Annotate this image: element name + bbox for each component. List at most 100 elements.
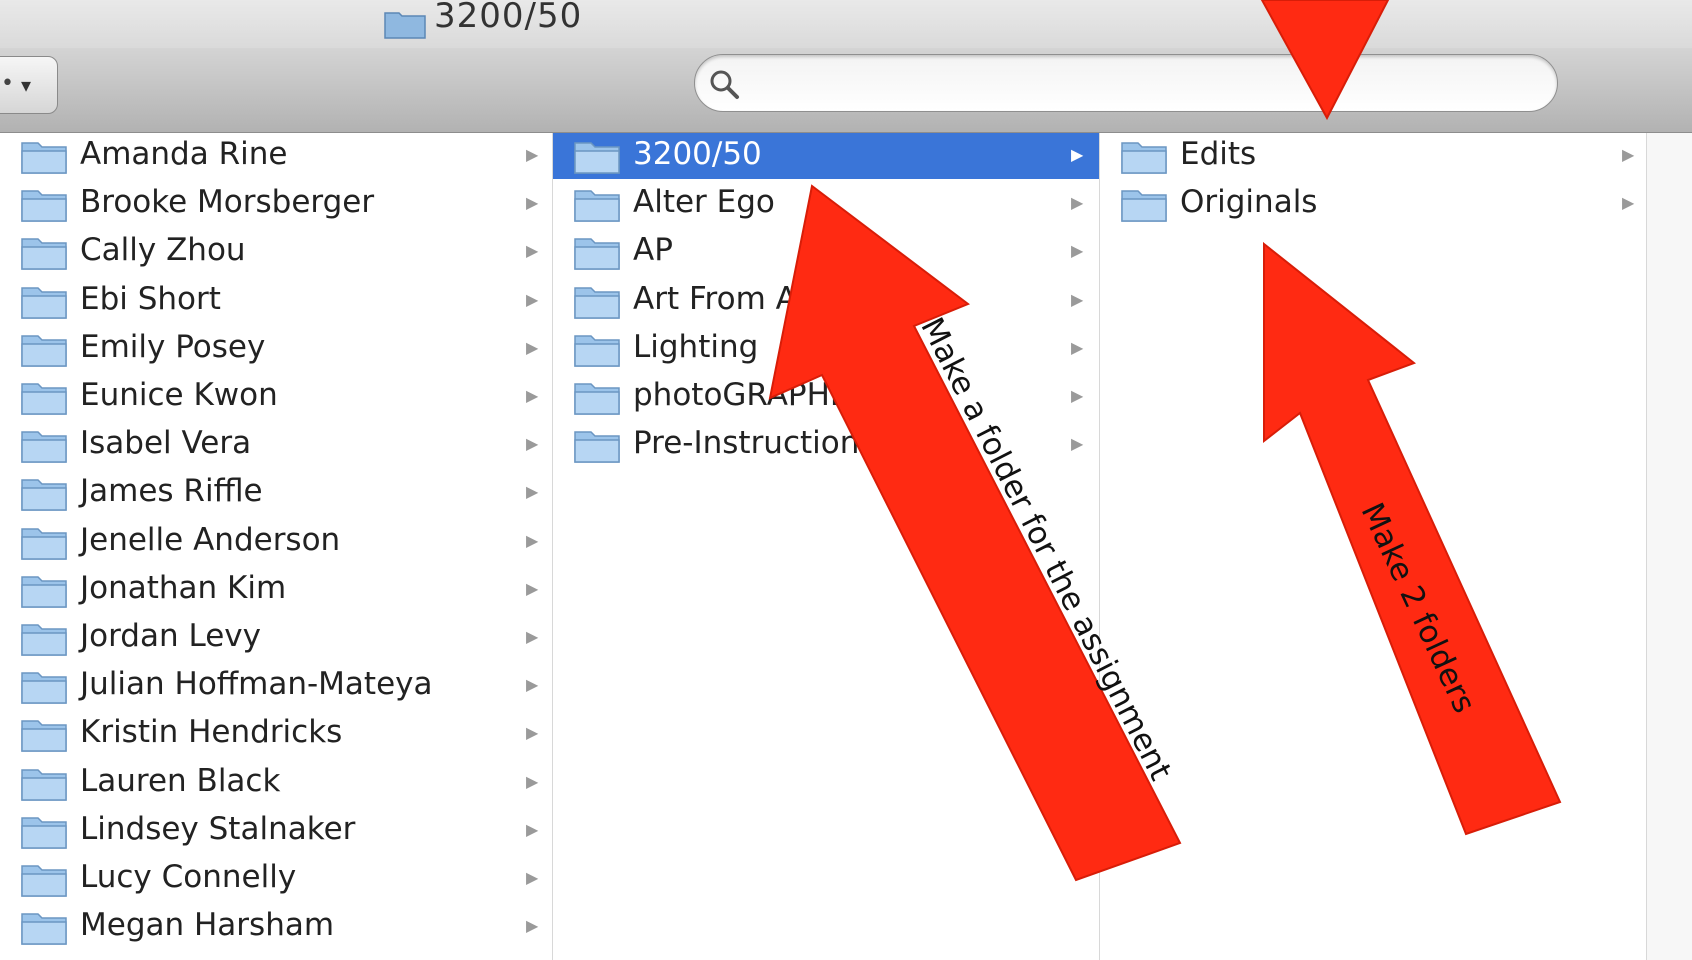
folder-row[interactable]: Megan Harsham ▶ bbox=[0, 904, 552, 950]
folder-label: Cally Zhou bbox=[80, 232, 246, 269]
folder-row[interactable]: Originals ▶ bbox=[1100, 181, 1646, 227]
folder-label: James Riffle bbox=[80, 473, 263, 510]
folder-icon bbox=[21, 576, 67, 608]
folder-label: photoGRAPHIC bbox=[633, 377, 861, 413]
folder-label: Edits bbox=[1180, 136, 1257, 172]
folder-icon bbox=[574, 238, 620, 271]
disclosure-arrow-icon: ▶ bbox=[1071, 289, 1084, 309]
assignments-column[interactable]: 3200/50 ▶ Alter Ego ▶ AP ▶ Art From Art ▶ Lighti… bbox=[553, 133, 1100, 960]
folder-icon bbox=[384, 12, 426, 39]
folder-icon bbox=[21, 817, 67, 849]
window-title: 3200/50 bbox=[434, 0, 583, 36]
folder-label: Megan Harsham bbox=[80, 907, 335, 944]
folder-row[interactable]: AP ▶ bbox=[553, 229, 1099, 275]
folder-icon bbox=[21, 720, 67, 753]
folder-row[interactable]: Eunice Kwon ▶ bbox=[0, 374, 552, 420]
folder-label: Lauren Black bbox=[80, 762, 281, 799]
folder-icon bbox=[574, 286, 620, 319]
folder-row[interactable]: Amanda Rine ▶ bbox=[0, 133, 552, 179]
search-input[interactable] bbox=[757, 65, 1521, 101]
folder-icon bbox=[1121, 190, 1167, 222]
disclosure-arrow-icon: ▶ bbox=[526, 723, 539, 743]
folder-label: Kristin Hendricks bbox=[80, 714, 343, 751]
folder-icon bbox=[1121, 142, 1167, 174]
disclosure-arrow-icon: ▶ bbox=[526, 434, 539, 454]
folder-icon bbox=[21, 383, 67, 415]
folder-row[interactable]: Isabel Vera ▶ bbox=[0, 422, 552, 468]
folder-icon bbox=[21, 142, 67, 174]
folder-icon bbox=[21, 624, 67, 656]
disclosure-arrow-icon: ▶ bbox=[1071, 193, 1084, 213]
folder-label: Jordan Levy bbox=[80, 618, 261, 654]
folder-row[interactable]: Emily Posey ▶ bbox=[0, 326, 552, 372]
disclosure-arrow-icon: ▶ bbox=[1622, 193, 1635, 213]
folder-row[interactable]: Edits ▶ bbox=[1100, 133, 1646, 179]
folder-row[interactable]: Cally Zhou ▶ bbox=[0, 229, 552, 275]
folder-icon bbox=[574, 190, 620, 222]
folder-label: Ebi Short bbox=[80, 280, 221, 317]
students-column[interactable]: Amanda Rine ▶ Brooke Morsberger ▶ Cally Zhou… bbox=[0, 133, 553, 960]
folder-row[interactable]: Art From Art ▶ bbox=[553, 278, 1099, 324]
folder-row[interactable]: Ebi Short ▶ bbox=[0, 278, 552, 324]
folder-label: Pre-Instructional bbox=[633, 425, 887, 462]
disclosure-arrow-icon: ▶ bbox=[526, 482, 539, 502]
search-icon bbox=[710, 70, 739, 99]
folder-icon bbox=[21, 479, 67, 512]
folder-icon bbox=[21, 431, 67, 463]
folder-label: Amanda Rine bbox=[80, 136, 288, 172]
folder-label: Jonathan Kim bbox=[80, 569, 287, 606]
folder-label: Lighting bbox=[633, 328, 759, 365]
folder-row[interactable]: Jonathan Kim ▶ bbox=[0, 567, 552, 613]
folder-label: Brooke Morsberger bbox=[80, 184, 375, 221]
folder-row[interactable]: Brooke Morsberger ▶ bbox=[0, 181, 552, 227]
folder-row[interactable]: Kristin Hendricks ▶ bbox=[0, 711, 552, 757]
disclosure-arrow-icon: ▶ bbox=[1071, 145, 1084, 164]
folder-icon bbox=[574, 335, 620, 367]
folder-icon bbox=[574, 431, 620, 463]
folder-icon bbox=[21, 190, 67, 222]
folder-icon bbox=[574, 142, 620, 174]
folder-row[interactable]: Lauren Black ▶ bbox=[0, 760, 552, 806]
folder-label: Lucy Connelly bbox=[80, 859, 297, 895]
disclosure-arrow-icon: ▶ bbox=[1071, 241, 1084, 261]
disclosure-arrow-icon: ▶ bbox=[526, 145, 539, 164]
folder-label: Lindsey Stalnaker bbox=[80, 810, 356, 847]
folder-row[interactable]: photoGRAPHIC ▶ bbox=[553, 374, 1099, 420]
folder-icon bbox=[21, 913, 67, 945]
folder-row[interactable]: Julian Hoffman-Mateya ▶ bbox=[0, 663, 552, 709]
action-menu-button[interactable]: • ▾ bbox=[0, 56, 58, 114]
disclosure-arrow-icon: ▶ bbox=[526, 530, 539, 550]
chevron-down-icon: ▾ bbox=[21, 73, 32, 97]
disclosure-arrow-icon: ▶ bbox=[526, 627, 539, 646]
column-browser: Amanda Rine ▶ Brooke Morsberger ▶ Cally Zhou… bbox=[0, 133, 1692, 960]
folder-label: Emily Posey bbox=[80, 328, 266, 365]
disclosure-arrow-icon: ▶ bbox=[526, 771, 539, 791]
disclosure-arrow-icon: ▶ bbox=[1071, 337, 1084, 357]
folder-label: AP bbox=[633, 232, 673, 269]
folder-icon bbox=[21, 768, 67, 801]
disclosure-arrow-icon: ▶ bbox=[526, 819, 539, 839]
title-bar: 3200/50 bbox=[0, 0, 1692, 48]
folder-icon bbox=[21, 865, 67, 897]
disclosure-arrow-icon: ▶ bbox=[526, 386, 539, 405]
disclosure-arrow-icon: ▶ bbox=[526, 289, 539, 309]
disclosure-arrow-icon: ▶ bbox=[526, 241, 539, 261]
folder-icon bbox=[21, 286, 67, 319]
search-field[interactable] bbox=[694, 54, 1558, 112]
folder-row[interactable]: James Riffle ▶ bbox=[0, 470, 552, 516]
folder-row-selected[interactable]: 3200/50 ▶ bbox=[553, 133, 1099, 179]
folder-label: Originals bbox=[1180, 184, 1318, 221]
folder-row[interactable]: Lucy Connelly ▶ bbox=[0, 856, 552, 902]
disclosure-arrow-icon: ▶ bbox=[526, 675, 539, 695]
folder-row[interactable]: Jordan Levy ▶ bbox=[0, 615, 552, 661]
folder-label: Julian Hoffman-Mateya bbox=[80, 666, 433, 703]
folder-row[interactable]: Lighting ▶ bbox=[553, 326, 1099, 372]
disclosure-arrow-icon: ▶ bbox=[1071, 434, 1084, 454]
folder-row[interactable]: Lindsey Stalnaker ▶ bbox=[0, 808, 552, 854]
toolbar: • ▾ bbox=[0, 48, 1692, 133]
disclosure-arrow-icon: ▶ bbox=[526, 193, 539, 213]
action-dot-icon: • bbox=[1, 71, 14, 96]
folder-row[interactable]: Jenelle Anderson ▶ bbox=[0, 519, 552, 565]
folder-label: Alter Ego bbox=[633, 184, 775, 221]
folder-row[interactable]: Alter Ego ▶ bbox=[553, 181, 1099, 227]
